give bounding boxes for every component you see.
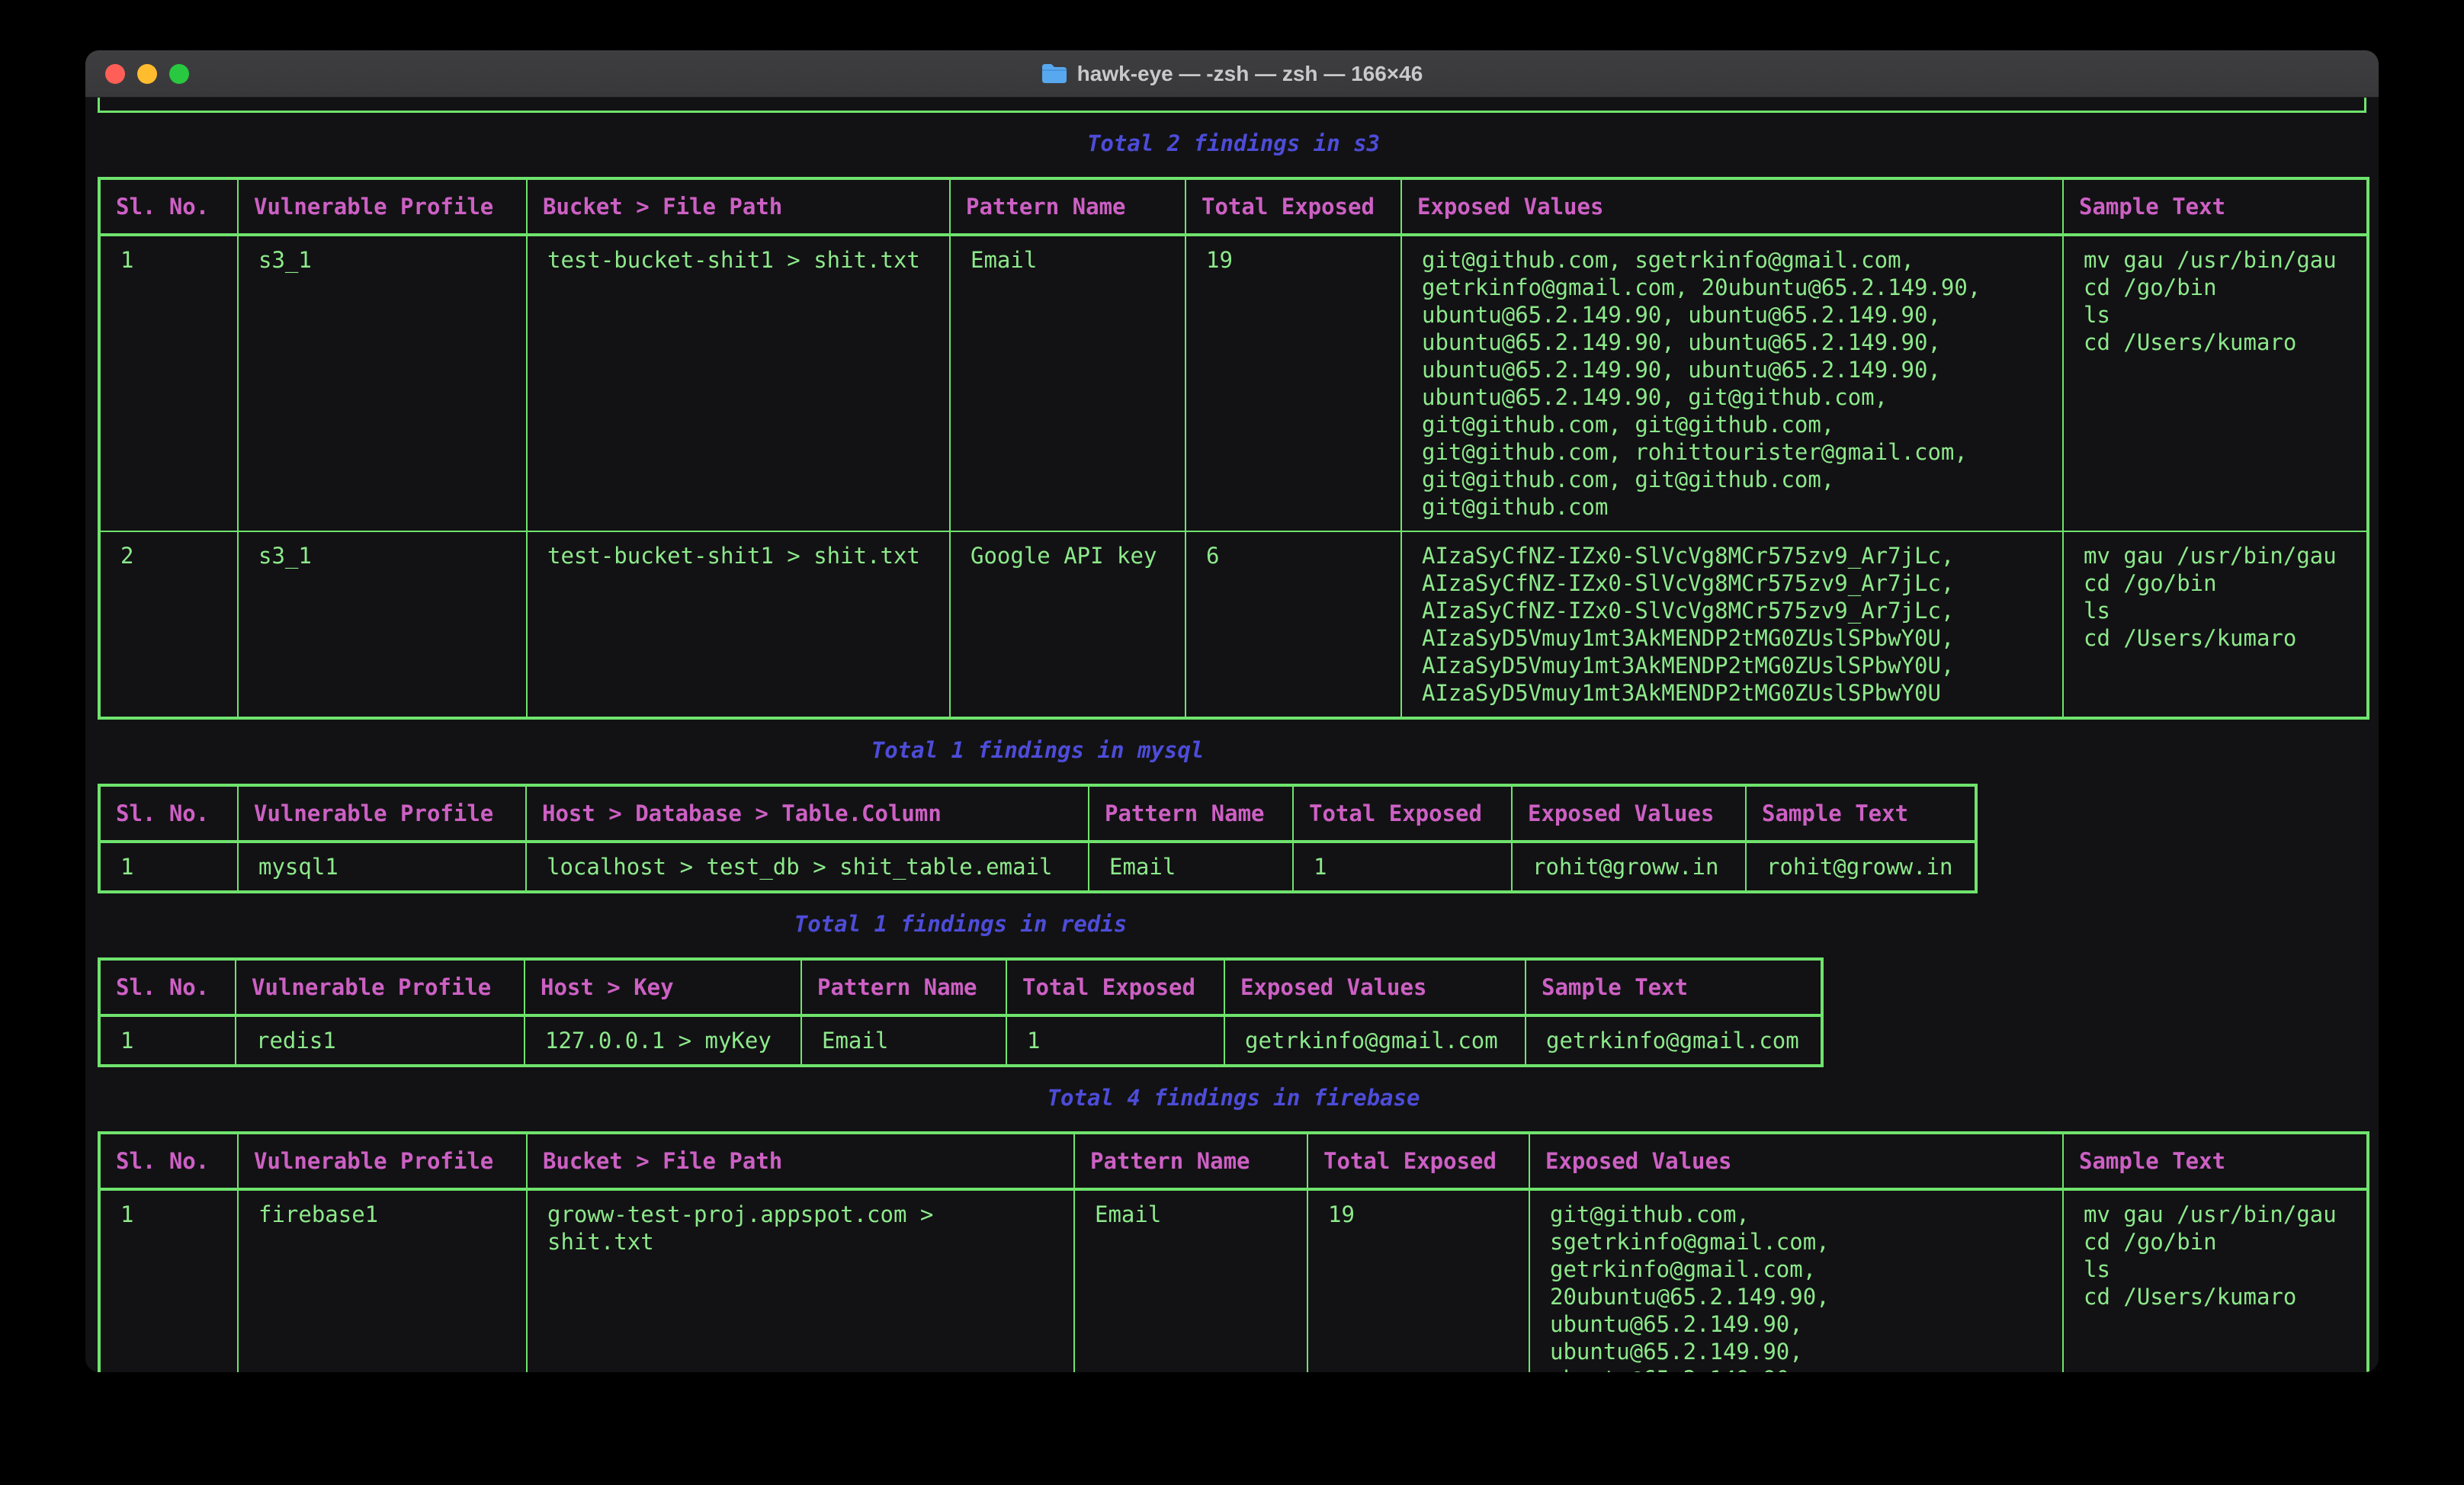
column-header: Total Exposed [1006,959,1224,1015]
table-cell: getrkinfo@gmail.com [1224,1015,1526,1066]
section-title: Total 4 findings in firebase [98,1084,2369,1111]
table-cell: test-bucket-shit1 > shit.txt [527,235,950,531]
column-header: Host > Key [525,959,801,1015]
column-header: Exposed Values [1224,959,1526,1015]
table-cell: Email [1089,842,1293,892]
folder-icon [1041,63,1067,84]
column-header: Sample Text [1746,785,1976,842]
findings-section-firebase: Total 4 findings in firebase Sl. No.Vulne… [98,1084,2369,1372]
column-header: Vulnerable Profile [236,959,525,1015]
table-cell: git@github.com, sgetrkinfo@gmail.com, ge… [1401,235,2063,531]
findings-table-s3: Sl. No.Vulnerable ProfileBucket > File P… [98,177,2369,720]
table-cell: s3_1 [238,531,527,718]
table-cell: redis1 [236,1015,525,1066]
column-header: Sl. No. [99,785,238,842]
header-row: Sl. No.Vulnerable ProfileHost > Database… [99,785,1976,842]
table-row: 1redis1127.0.0.1 > myKeyEmail1getrkinfo@… [99,1015,1822,1066]
window-controls [105,50,189,97]
findings-sections: Total 2 findings in s3Sl. No.Vulnerable … [98,130,2366,1372]
findings-table-firebase: Sl. No.Vulnerable ProfileBucket > File P… [98,1131,2369,1372]
previous-table-bottom-border [98,98,2366,113]
findings-section-mysql: Total 1 findings in mysql Sl. No.Vulnerab… [98,736,1978,893]
column-header: Exposed Values [1401,178,2063,235]
table-cell: test-bucket-shit1 > shit.txt [527,531,950,718]
table-cell: rohit@groww.in [1512,842,1746,892]
titlebar[interactable]: hawk-eye — -zsh — zsh — 166×46 [85,50,2379,98]
column-header: Sl. No. [99,178,238,235]
table-cell: Email [801,1015,1006,1066]
table-cell: 1 [99,842,238,892]
column-header: Pattern Name [1074,1133,1307,1189]
column-header: Exposed Values [1512,785,1746,842]
table-cell: 2 [99,531,238,718]
column-header: Sl. No. [99,959,236,1015]
terminal-window: hawk-eye — -zsh — zsh — 166×46 Total 2 f… [85,50,2379,1372]
column-header: Vulnerable Profile [238,785,526,842]
column-header: Pattern Name [801,959,1006,1015]
column-header: Sl. No. [99,1133,238,1189]
table-cell: 19 [1185,235,1401,531]
table-cell: 1 [99,1015,236,1066]
table-cell: Email [1074,1189,1307,1372]
table-cell: localhost > test_db > shit_table.email [526,842,1089,892]
column-header: Sample Text [2063,178,2368,235]
column-header: Bucket > File Path [527,1133,1074,1189]
column-header: Pattern Name [1089,785,1293,842]
table-cell: 6 [1185,531,1401,718]
findings-section-redis: Total 1 findings in redis Sl. No.Vulnerab… [98,910,1824,1067]
column-header: Total Exposed [1307,1133,1529,1189]
column-header: Host > Database > Table.Column [526,785,1089,842]
table-cell: rohit@groww.in [1746,842,1976,892]
column-header: Sample Text [2063,1133,2368,1189]
table-cell: mv gau /usr/bin/gau cd /go/bin ls cd /Us… [2063,235,2368,531]
minimize-button[interactable] [137,64,157,84]
table-cell: 1 [99,235,238,531]
table-cell: groww-test-proj.appspot.com > shit.txt [527,1189,1074,1372]
table-cell: 1 [99,1189,238,1372]
fullscreen-button[interactable] [169,64,189,84]
findings-table-mysql: Sl. No.Vulnerable ProfileHost > Database… [98,784,1978,893]
table-cell: 19 [1307,1189,1529,1372]
table-cell: AIzaSyCfNZ-IZx0-SlVcVg8MCr575zv9_Ar7jLc,… [1401,531,2063,718]
column-header: Pattern Name [950,178,1185,235]
table-row: 1mysql1localhost > test_db > shit_table.… [99,842,1976,892]
column-header: Sample Text [1526,959,1822,1015]
section-title: Total 1 findings in redis [98,910,1824,938]
table-cell: git@github.com, sgetrkinfo@gmail.com, ge… [1529,1189,2063,1372]
column-header: Vulnerable Profile [238,178,527,235]
table-row: 2s3_1test-bucket-shit1 > shit.txtGoogle … [99,531,2368,718]
table-cell: mv gau /usr/bin/gau cd /go/bin ls cd /Us… [2063,531,2368,718]
header-row: Sl. No.Vulnerable ProfileHost > KeyPatte… [99,959,1822,1015]
findings-table-redis: Sl. No.Vulnerable ProfileHost > KeyPatte… [98,957,1824,1067]
table-cell: Email [950,235,1185,531]
findings-section-s3: Total 2 findings in s3 Sl. No.Vulnerable … [98,130,2369,720]
table-cell: 127.0.0.1 > myKey [525,1015,801,1066]
terminal-content[interactable]: Total 2 findings in s3Sl. No.Vulnerable … [85,98,2379,1372]
table-cell: Google API key [950,531,1185,718]
table-cell: getrkinfo@gmail.com [1526,1015,1822,1066]
table-cell: 1 [1006,1015,1224,1066]
section-title: Total 2 findings in s3 [98,130,2369,157]
column-header: Vulnerable Profile [238,1133,527,1189]
column-header: Exposed Values [1529,1133,2063,1189]
window-title: hawk-eye — -zsh — zsh — 166×46 [1077,62,1423,86]
table-cell: mv gau /usr/bin/gau cd /go/bin ls cd /Us… [2063,1189,2368,1372]
header-row: Sl. No.Vulnerable ProfileBucket > File P… [99,1133,2368,1189]
table-cell: 1 [1293,842,1512,892]
table-cell: mysql1 [238,842,526,892]
table-cell: firebase1 [238,1189,527,1372]
table-cell: s3_1 [238,235,527,531]
table-row: 1s3_1test-bucket-shit1 > shit.txtEmail19… [99,235,2368,531]
column-header: Total Exposed [1185,178,1401,235]
close-button[interactable] [105,64,125,84]
table-row: 1firebase1groww-test-proj.appspot.com > … [99,1189,2368,1372]
header-row: Sl. No.Vulnerable ProfileBucket > File P… [99,178,2368,235]
window-title-group: hawk-eye — -zsh — zsh — 166×46 [1041,62,1423,86]
column-header: Total Exposed [1293,785,1512,842]
section-title: Total 1 findings in mysql [98,736,1978,764]
column-header: Bucket > File Path [527,178,950,235]
